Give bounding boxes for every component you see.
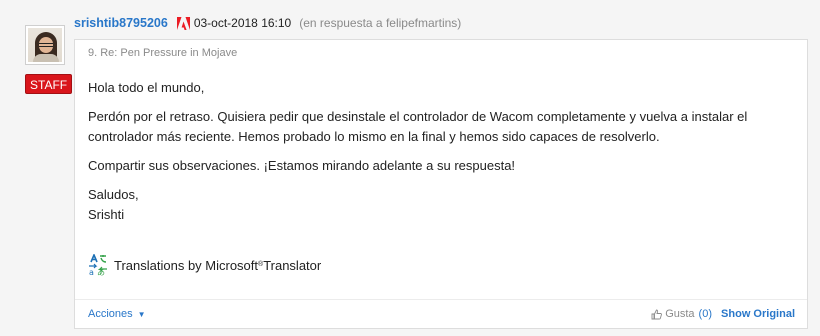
svg-text:あ: あ: [97, 268, 105, 276]
post-header: srishtib8795206 03-oct-2018 16:10 (en re…: [74, 14, 461, 32]
actions-menu-button[interactable]: Acciones ▼: [88, 308, 146, 320]
post-signature: Srishti: [88, 207, 125, 222]
actions-label: Acciones: [88, 308, 133, 320]
show-original-link[interactable]: Show Original: [721, 308, 795, 320]
translate-icon: a あ: [88, 254, 108, 276]
translator-attribution: a あ Translations by Microsoft ® Translato…: [88, 254, 321, 276]
post-timestamp: 03-oct-2018 16:10: [193, 16, 292, 30]
translator-label-suffix: Translator: [263, 257, 322, 273]
avatar-photo: [28, 28, 62, 62]
post-paragraph: Perdón por el retraso. Quisiera pedir qu…: [88, 109, 748, 144]
staff-badge: STAFF: [25, 74, 73, 94]
thumbs-up-icon: [651, 309, 663, 319]
adobe-employee-icon: [176, 16, 190, 30]
reply-to-link[interactable]: (en respuesta a felipefmartins): [299, 16, 461, 30]
post-signoff: Saludos,: [88, 187, 139, 202]
avatar[interactable]: [25, 25, 65, 65]
post-body: Hola todo el mundo, Perdón por el retras…: [88, 78, 788, 225]
post-footer: Acciones ▼ Gusta (0) Show Original: [75, 299, 807, 329]
chevron-down-icon: ▼: [137, 309, 146, 319]
author-username[interactable]: srishtib8795206: [74, 16, 168, 30]
post-paragraph: Compartir sus observaciones. ¡Estamos mi…: [88, 158, 516, 173]
translator-label: Translations by Microsoft: [114, 257, 259, 273]
like-label: Gusta: [665, 308, 695, 320]
like-button[interactable]: Gusta (0): [651, 308, 712, 320]
post-card: 9. Re: Pen Pressure in Mojave Hola todo …: [74, 39, 808, 329]
svg-text:a: a: [89, 268, 94, 276]
post-paragraph: Hola todo el mundo,: [88, 80, 205, 95]
like-count[interactable]: (0): [699, 308, 712, 320]
post-subject: 9. Re: Pen Pressure in Mojave: [88, 47, 238, 59]
